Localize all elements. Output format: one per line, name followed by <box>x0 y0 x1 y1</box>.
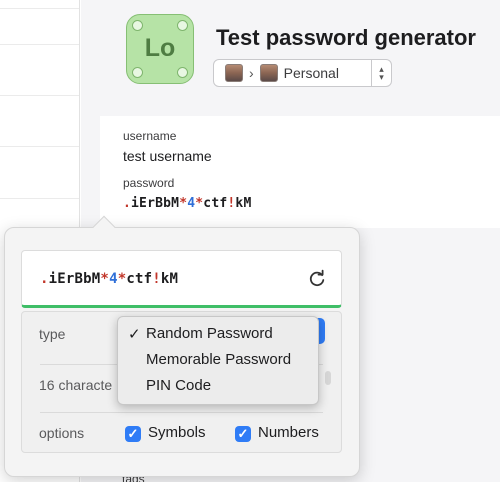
numbers-checkbox[interactable]: ✓ <box>235 426 251 442</box>
menu-item-label: Random Password <box>146 325 273 342</box>
chevron-right-icon: › <box>249 65 254 81</box>
password-segment: iErBbM <box>48 271 101 287</box>
type-label: type <box>39 326 66 342</box>
generated-password-field[interactable]: .iErBbM*4*ctf!kM <box>21 250 342 308</box>
password-segment: . <box>123 196 132 211</box>
options-label: options <box>39 425 85 441</box>
vault-avatar <box>259 64 278 82</box>
list-divider <box>0 8 79 9</box>
icon-letters: Lo <box>144 34 176 62</box>
vault-name: Personal <box>283 65 339 81</box>
password-value[interactable]: .iErBbM*4*ctf!kM <box>123 196 251 211</box>
list-divider <box>0 198 79 199</box>
password-segment: ctf <box>203 196 228 211</box>
menu-item-pin-code[interactable]: PIN Code <box>118 373 318 399</box>
checkmark-icon: ✓ <box>128 326 141 343</box>
password-segment: 4 <box>109 271 118 287</box>
divider <box>40 412 323 413</box>
icon-dot <box>132 20 143 31</box>
username-value[interactable]: test username <box>123 148 212 164</box>
menu-item-label: PIN Code <box>146 377 212 394</box>
chevron-down-icon: ▾ <box>379 72 384 82</box>
username-label: username <box>123 129 177 143</box>
refresh-icon[interactable] <box>307 269 327 289</box>
numbers-label[interactable]: Numbers <box>258 424 319 441</box>
length-slider-handle[interactable] <box>325 371 331 385</box>
menu-item-label: Memorable Password <box>146 351 292 368</box>
list-divider <box>0 95 79 96</box>
generated-password-text: .iErBbM*4*ctf!kM <box>40 271 178 287</box>
password-segment: kM <box>235 196 252 211</box>
symbols-label[interactable]: Symbols <box>148 424 206 441</box>
menu-item-memorable-password[interactable]: Memorable Password <box>118 347 318 373</box>
menu-item-random-password[interactable]: ✓ Random Password <box>118 321 318 347</box>
list-divider <box>0 146 79 147</box>
password-segment: . <box>40 271 49 287</box>
password-segment: iErBbM <box>131 196 180 211</box>
login-item-icon: Lo <box>126 14 194 84</box>
symbols-checkbox[interactable]: ✓ <box>125 426 141 442</box>
checkmark-icon: ✓ <box>127 426 139 441</box>
vault-picker[interactable]: › Personal ▴ ▾ <box>213 59 392 87</box>
icon-dot <box>132 67 143 78</box>
password-type-menu: ✓ Random Password Memorable Password PIN… <box>117 316 319 405</box>
item-title: Test password generator <box>216 25 476 50</box>
updown-chevron-icon[interactable]: ▴ ▾ <box>371 60 391 86</box>
account-avatar <box>225 64 243 82</box>
list-divider <box>0 44 79 45</box>
password-segment: kM <box>160 271 179 287</box>
password-segment: * <box>100 271 110 287</box>
password-segment: ! <box>152 271 161 287</box>
length-label: 16 characte <box>39 377 113 393</box>
checkmark-icon: ✓ <box>237 426 249 441</box>
password-segment: ctf <box>126 271 153 287</box>
icon-dot <box>177 67 188 78</box>
password-label: password <box>123 176 175 190</box>
icon-dot <box>177 20 188 31</box>
